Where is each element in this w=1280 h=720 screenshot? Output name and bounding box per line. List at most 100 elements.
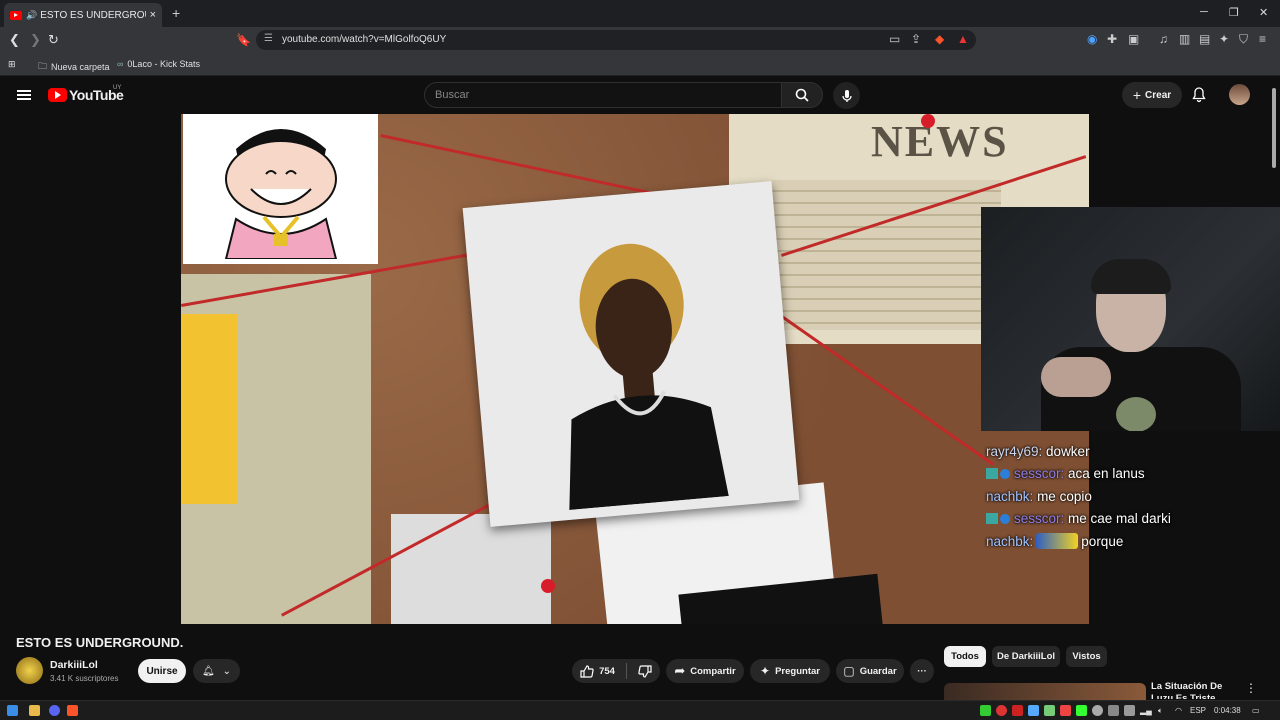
- hamburger-menu-icon[interactable]: [17, 90, 31, 100]
- wallet-icon[interactable]: ▤: [1199, 32, 1210, 46]
- thumbs-up-icon: [580, 664, 594, 678]
- vpn-icon[interactable]: ⛉: [1239, 32, 1248, 47]
- chat-text: me copio: [1037, 488, 1092, 504]
- chat-message: rayr4y69: dowker: [986, 440, 1280, 463]
- channel-avatar[interactable]: [16, 657, 43, 684]
- join-button[interactable]: Unirse: [138, 659, 186, 683]
- notification-center-icon[interactable]: ▭: [1252, 706, 1260, 715]
- voice-search-button[interactable]: [833, 82, 860, 109]
- like-dislike-group: 754: [572, 659, 660, 683]
- account-avatar[interactable]: [1229, 84, 1250, 105]
- minimize-icon[interactable]: ─: [1200, 6, 1208, 18]
- search-button[interactable]: [781, 82, 823, 108]
- share-button[interactable]: ➦ Compartir: [666, 659, 744, 683]
- plus-icon: +: [1132, 87, 1142, 103]
- chat-emote-icon: [1036, 533, 1079, 550]
- notifications-button[interactable]: [1192, 87, 1206, 108]
- tray-app-icon[interactable]: [1044, 705, 1055, 716]
- brave-rewards-icon[interactable]: ▲: [957, 32, 969, 46]
- chat-username: rayr4y69:: [986, 443, 1043, 459]
- forward-icon[interactable]: ❯: [30, 32, 41, 48]
- url-bar[interactable]: ☰ youtube.com/watch?v=MlGolfoQ6UY: [256, 30, 976, 50]
- bookmark-icon[interactable]: 🔖: [236, 33, 251, 47]
- streamer-arm: [1041, 357, 1111, 397]
- brave-browser-icon[interactable]: [67, 705, 78, 716]
- cast-icon[interactable]: ▭: [889, 32, 900, 46]
- sidebar-icon[interactable]: ▥: [1179, 32, 1190, 46]
- more-actions-button[interactable]: ···: [910, 659, 934, 683]
- wifi-icon[interactable]: ◠: [1175, 706, 1182, 715]
- chat-username: nachbk:: [986, 488, 1034, 504]
- video-player[interactable]: NEWS: [181, 114, 1089, 624]
- channel-name[interactable]: DarkiiiLol: [50, 659, 98, 671]
- browser-tab[interactable]: 🔊 ESTO ES UNDERGROUND. - Y ×: [4, 3, 162, 27]
- tab-close-button[interactable]: ×: [150, 9, 156, 21]
- network-icon[interactable]: ▂▄: [1140, 706, 1152, 715]
- chip-all[interactable]: Todos: [944, 646, 986, 667]
- related-video-title[interactable]: La Situación De Luzu Es Triste: [1151, 681, 1231, 699]
- chip-from-channel[interactable]: De DarkiiiLol: [992, 646, 1060, 667]
- tray-app-icon[interactable]: [1124, 705, 1135, 716]
- speaker-icon[interactable]: 🔊: [26, 10, 37, 21]
- wallet-extension-icon[interactable]: ◉: [1087, 32, 1097, 46]
- windows-start-icon[interactable]: [7, 705, 18, 716]
- share-label: Compartir: [690, 665, 736, 677]
- related-video-menu-icon[interactable]: ⋮: [1245, 681, 1257, 695]
- subscriber-count: 3.41 K suscriptores: [50, 674, 119, 683]
- bookmark-link[interactable]: ∞ 0Laco - Kick Stats: [117, 59, 200, 69]
- extensions-icon[interactable]: ✚: [1107, 32, 1117, 46]
- tray-app-icon[interactable]: [980, 705, 991, 716]
- restore-icon[interactable]: ❐: [1229, 6, 1239, 19]
- tray-app-icon[interactable]: [1092, 705, 1103, 716]
- leo-ai-icon[interactable]: ✦: [1219, 32, 1229, 46]
- like-button[interactable]: 754: [580, 664, 615, 678]
- youtube-favicon-icon: [10, 10, 22, 20]
- ask-button[interactable]: ✦ Preguntar: [750, 659, 830, 683]
- share-page-icon[interactable]: ⇪: [911, 32, 921, 46]
- reader-icon[interactable]: ▣: [1128, 32, 1139, 46]
- tray-app-icon[interactable]: [1108, 705, 1119, 716]
- media-icon[interactable]: ♫: [1159, 32, 1168, 46]
- apps-grid-icon[interactable]: ⊞: [8, 59, 16, 70]
- file-explorer-icon[interactable]: [29, 705, 40, 716]
- browser-tab-bar: 🔊 ESTO ES UNDERGROUND. - Y × + ─ ❐ ✕: [0, 0, 1280, 27]
- menu-icon[interactable]: ≡: [1259, 32, 1266, 46]
- kickstats-icon: ∞: [117, 59, 124, 69]
- bookmark-label: 0Laco - Kick Stats: [127, 59, 200, 69]
- page-scrollbar[interactable]: [1272, 88, 1276, 168]
- tray-app-icon[interactable]: [1076, 705, 1087, 716]
- save-button[interactable]: ▢ Guardar: [836, 659, 904, 683]
- brave-shield-icon[interactable]: ◆: [935, 32, 944, 46]
- tray-app-icon[interactable]: [1028, 705, 1039, 716]
- bookmark-folder[interactable]: 🗀 Nueva carpeta: [38, 59, 110, 75]
- url-text: youtube.com/watch?v=MlGolfoQ6UY: [282, 34, 447, 45]
- language-indicator[interactable]: ESP: [1190, 706, 1206, 715]
- youtube-logo[interactable]: YouTube UY: [48, 85, 124, 103]
- sparkle-icon: ✦: [760, 664, 771, 678]
- close-window-icon[interactable]: ✕: [1259, 6, 1268, 19]
- search-input[interactable]: Buscar: [424, 82, 782, 108]
- chat-message: nachbk: me copio: [986, 485, 1280, 508]
- verified-badge-icon: [1000, 468, 1010, 479]
- discord-icon[interactable]: [49, 705, 60, 716]
- subscription-bell-button[interactable]: 🔔︎ ⌄: [193, 659, 240, 683]
- back-icon[interactable]: ❮: [9, 32, 20, 48]
- video-title: ESTO ES UNDERGROUND.: [16, 635, 184, 650]
- stream-chat-overlay: rayr4y69: dowker sesscor: aca en lanus n…: [986, 440, 1280, 553]
- create-button[interactable]: + Crear: [1122, 82, 1182, 108]
- news-headline: NEWS: [871, 117, 1009, 166]
- chip-watched[interactable]: Vistos: [1066, 646, 1107, 667]
- cartoon-image: [183, 114, 378, 264]
- tray-app-icon[interactable]: [1012, 705, 1023, 716]
- tray-app-icon[interactable]: [1060, 705, 1071, 716]
- chat-message: sesscor: aca en lanus: [986, 463, 1280, 486]
- chat-text: dowker: [1046, 443, 1090, 459]
- thumbs-down-icon[interactable]: [638, 664, 652, 678]
- volume-icon[interactable]: 🔈︎: [1158, 706, 1163, 716]
- reload-icon[interactable]: ↻: [48, 32, 59, 48]
- share-icon: ➦: [674, 663, 686, 678]
- site-info-icon[interactable]: ☰: [264, 33, 273, 44]
- tray-app-icon[interactable]: [996, 705, 1007, 716]
- new-tab-button[interactable]: +: [172, 5, 180, 21]
- clock[interactable]: 0:04:38: [1214, 706, 1241, 715]
